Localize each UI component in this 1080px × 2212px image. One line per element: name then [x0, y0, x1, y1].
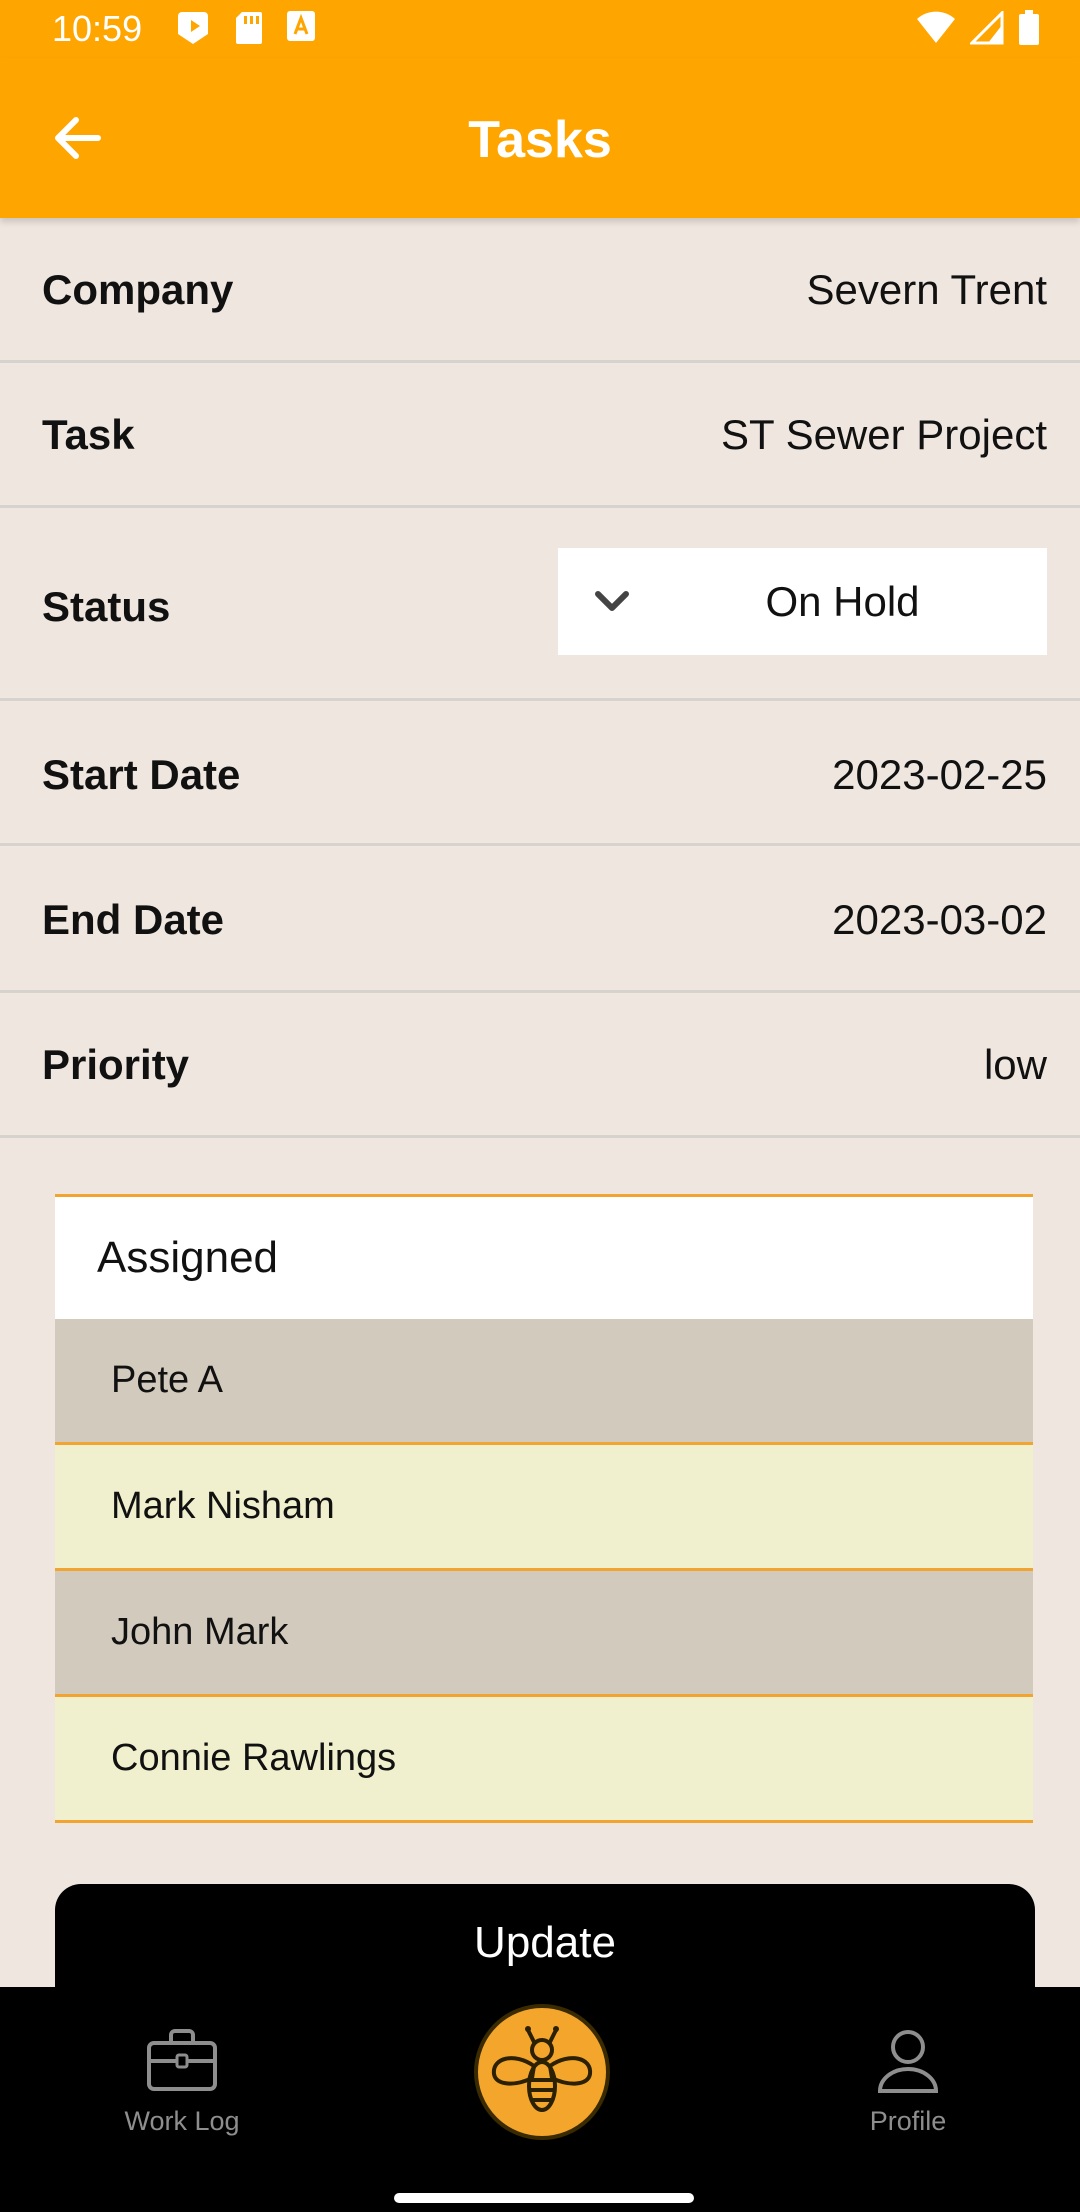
assignee-item[interactable]: Mark Nisham	[55, 1445, 1033, 1571]
priority-label: Priority	[42, 1041, 190, 1088]
status-dropdown[interactable]: On Hold	[558, 548, 1047, 655]
person-icon	[877, 2030, 939, 2093]
assigned-card: Assigned Pete A Mark Nisham John Mark Co…	[55, 1194, 1033, 1823]
app-bar: Tasks	[0, 58, 1080, 218]
sd-card-icon	[236, 12, 262, 44]
home-indicator[interactable]	[394, 2193, 694, 2203]
company-value: Severn Trent	[806, 266, 1047, 313]
start-date-value: 2023-02-25	[832, 751, 1047, 798]
priority-row: Priority low	[0, 993, 1080, 1138]
battery-icon	[1019, 10, 1039, 45]
status-time: 10:59	[52, 8, 143, 49]
assignee-item[interactable]: John Mark	[55, 1571, 1033, 1697]
assignee-name: John Mark	[111, 1611, 289, 1653]
assignee-name: Connie Rawlings	[111, 1737, 397, 1779]
assignee-item[interactable]: Pete A	[55, 1319, 1033, 1445]
status-label: Status	[42, 583, 171, 630]
signal-icon	[970, 11, 1004, 45]
update-button-label: Update	[474, 1918, 616, 1967]
task-row: Task ST Sewer Project	[0, 363, 1080, 508]
end-date-row: End Date 2023-03-02	[0, 846, 1080, 993]
font-a-icon	[287, 11, 315, 41]
bee-icon	[491, 2026, 593, 2112]
status-selected-value: On Hold	[765, 578, 920, 625]
assigned-header: Assigned	[55, 1197, 1033, 1319]
page-title: Tasks	[468, 111, 612, 169]
start-date-row: Start Date 2023-02-25	[0, 701, 1080, 846]
end-date-value: 2023-03-02	[832, 896, 1047, 943]
task-label: Task	[42, 411, 135, 458]
company-row: Company Severn Trent	[0, 218, 1080, 363]
task-value: ST Sewer Project	[720, 411, 1047, 458]
company-label: Company	[42, 266, 234, 313]
nav-work-log-label: Work Log	[124, 2106, 240, 2136]
status-row: Status On Hold	[0, 508, 1080, 701]
nav-work-log[interactable]: Work Log	[62, 2027, 302, 2137]
wifi-icon	[917, 11, 955, 43]
start-date-label: Start Date	[42, 751, 241, 798]
briefcase-icon	[147, 2029, 217, 2091]
priority-value: low	[983, 1041, 1047, 1088]
assigned-title: Assigned	[97, 1233, 279, 1282]
nav-profile[interactable]: Profile	[788, 2027, 1028, 2137]
assignee-item[interactable]: Connie Rawlings	[55, 1697, 1033, 1823]
nav-profile-label: Profile	[869, 2106, 947, 2136]
chevron-down-icon	[595, 591, 629, 611]
status-bar: 10:59	[0, 0, 1080, 58]
home-bee-button[interactable]	[474, 2004, 610, 2140]
play-store-icon	[178, 12, 208, 44]
end-date-label: End Date	[42, 896, 225, 943]
assignee-name: Pete A	[111, 1359, 223, 1401]
assignee-name: Mark Nisham	[111, 1485, 335, 1527]
